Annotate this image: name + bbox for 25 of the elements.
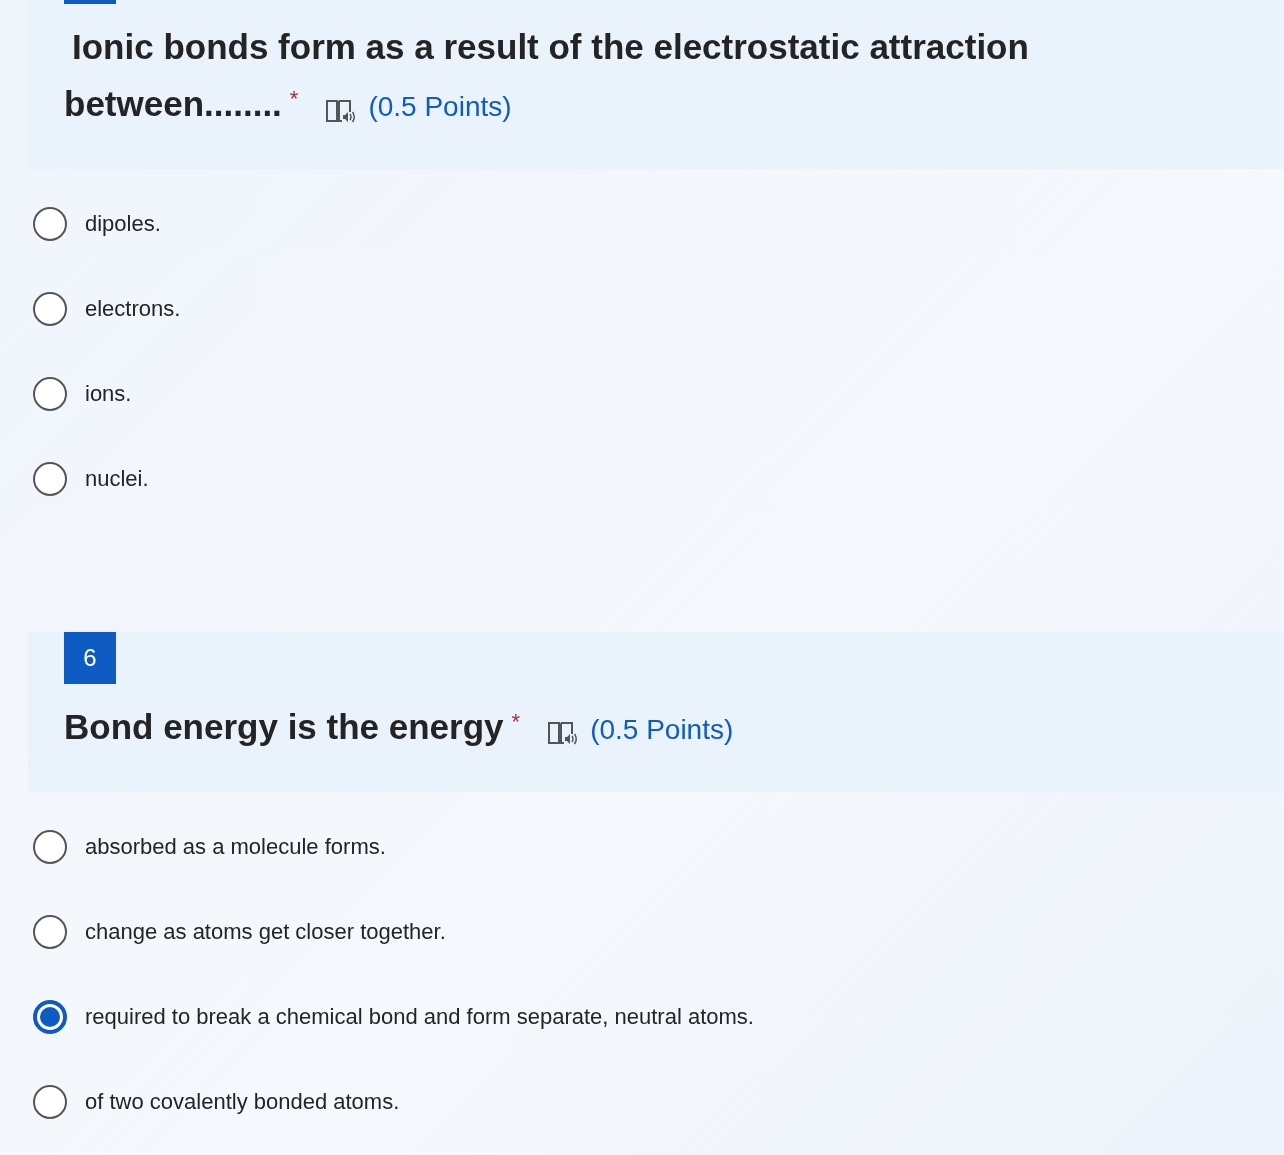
radio-button[interactable] [33, 999, 67, 1034]
radio-button[interactable] [33, 207, 67, 241]
option-label[interactable]: required to break a chemical bond and form separate, neutral atoms. [85, 1003, 754, 1030]
option-label[interactable]: change as atoms get closer together. [85, 918, 446, 945]
required-asterisk: * [511, 708, 521, 734]
question-number: 6 [64, 631, 116, 684]
radio-button[interactable] [33, 914, 67, 949]
question-title: between........ [64, 84, 282, 123]
required-asterisk: * [289, 86, 299, 111]
option-label[interactable]: absorbed as a molecule forms. [85, 833, 386, 860]
question-title: Bond energy is the energy [64, 706, 504, 746]
radio-button[interactable] [33, 292, 67, 326]
option-label[interactable]: dipoles. [85, 211, 161, 237]
option-label[interactable]: nuclei. [85, 466, 149, 492]
radio-button[interactable] [33, 462, 67, 496]
option-label[interactable]: of two covalently bonded atoms. [85, 1088, 400, 1115]
question-points: (0.5 Points) [590, 713, 734, 745]
question-number-badge [64, 0, 116, 4]
question-points: (0.5 Points) [368, 91, 512, 122]
question-title: Ionic bonds form as a result of the electrostatic attraction [72, 27, 1029, 66]
option-label[interactable]: ions. [85, 381, 132, 407]
radio-button[interactable] [33, 829, 67, 864]
radio-button[interactable] [33, 1084, 67, 1119]
radio-button[interactable] [33, 377, 67, 411]
option-label[interactable]: electrons. [85, 296, 181, 322]
